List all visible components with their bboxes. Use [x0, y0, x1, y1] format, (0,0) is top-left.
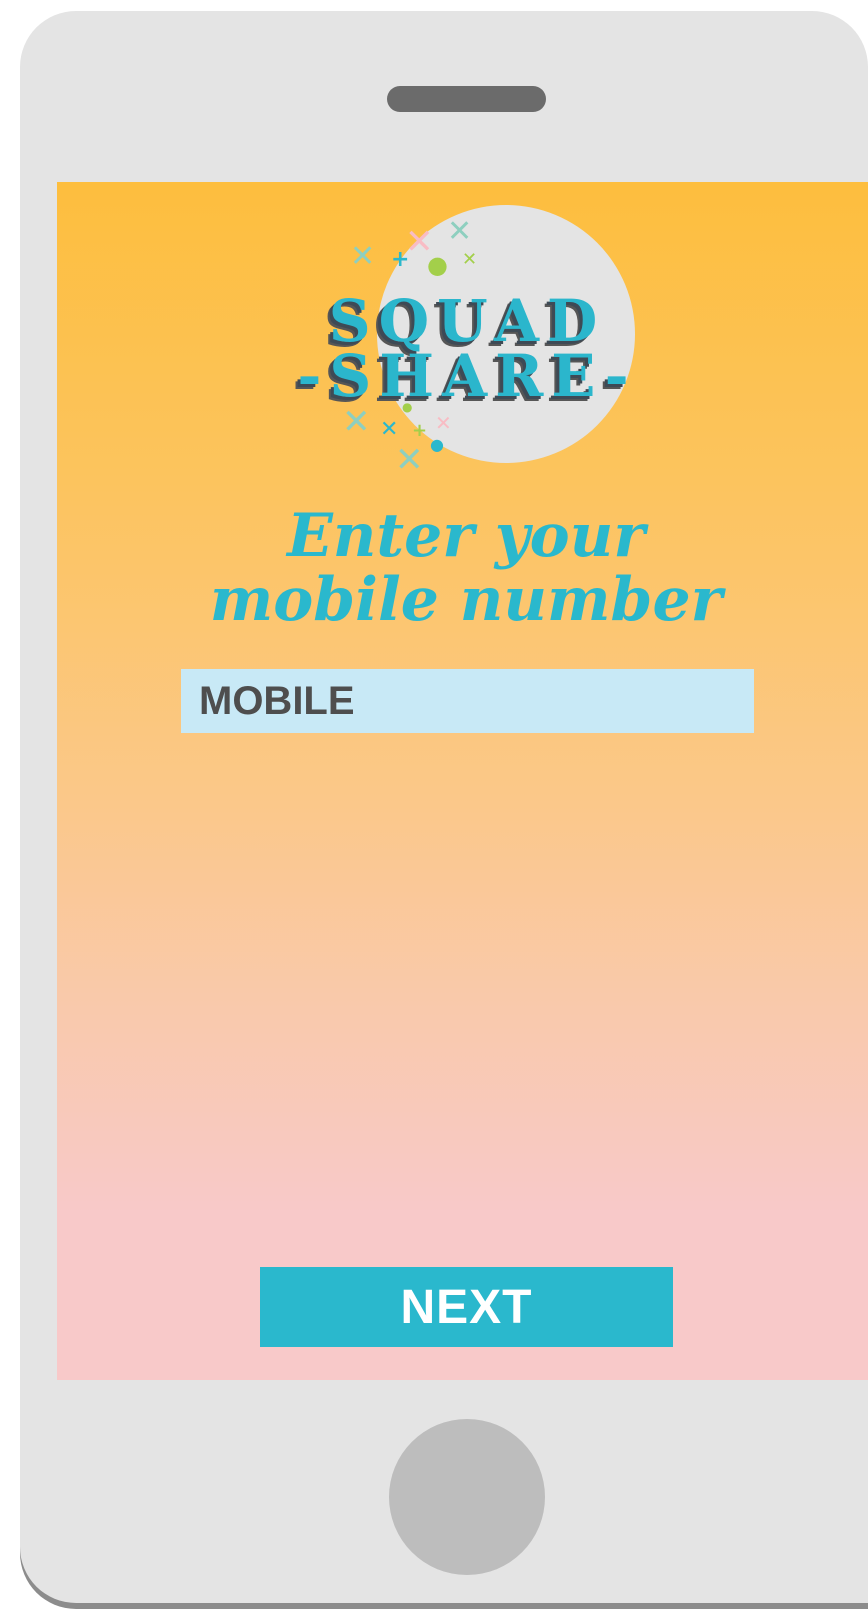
title-line-1: Enter your — [287, 501, 645, 571]
next-button[interactable]: NEXT — [260, 1267, 673, 1347]
mobile-number-input[interactable] — [181, 669, 754, 733]
page-title: Enter your mobile number — [57, 504, 868, 632]
sparkle-icon: ✕ — [380, 417, 399, 442]
sparkle-icon: ✕ — [395, 440, 424, 480]
sparkle-icon: ✕ — [350, 239, 376, 274]
sparkle-icon: + — [412, 420, 428, 441]
phone-home-button — [389, 1419, 545, 1575]
sparkle-icon: ✕ — [435, 411, 452, 435]
sparkle-icon: ● — [427, 251, 448, 279]
logo-text-share: -SHARE- — [297, 342, 637, 410]
sparkle-icon: ● — [430, 435, 444, 454]
squad-share-logo: ✕ ✕ ✕ + ● ✕ ✕ ✕ ● + ✕ ● ✕ SQUAD -SHARE- — [287, 197, 647, 487]
sparkle-icon: ✕ — [462, 249, 478, 270]
phone-frame: ✕ ✕ ✕ + ● ✕ ✕ ✕ ● + ✕ ● ✕ SQUAD -SHARE- … — [20, 11, 868, 1603]
title-line-2: mobile number — [209, 565, 723, 635]
sparkle-icon: ✕ — [447, 214, 473, 249]
sparkle-icon: ✕ — [342, 402, 371, 442]
sparkle-icon: + — [391, 247, 410, 272]
app-screen: ✕ ✕ ✕ + ● ✕ ✕ ✕ ● + ✕ ● ✕ SQUAD -SHARE- … — [57, 182, 868, 1380]
phone-speaker — [387, 86, 546, 112]
